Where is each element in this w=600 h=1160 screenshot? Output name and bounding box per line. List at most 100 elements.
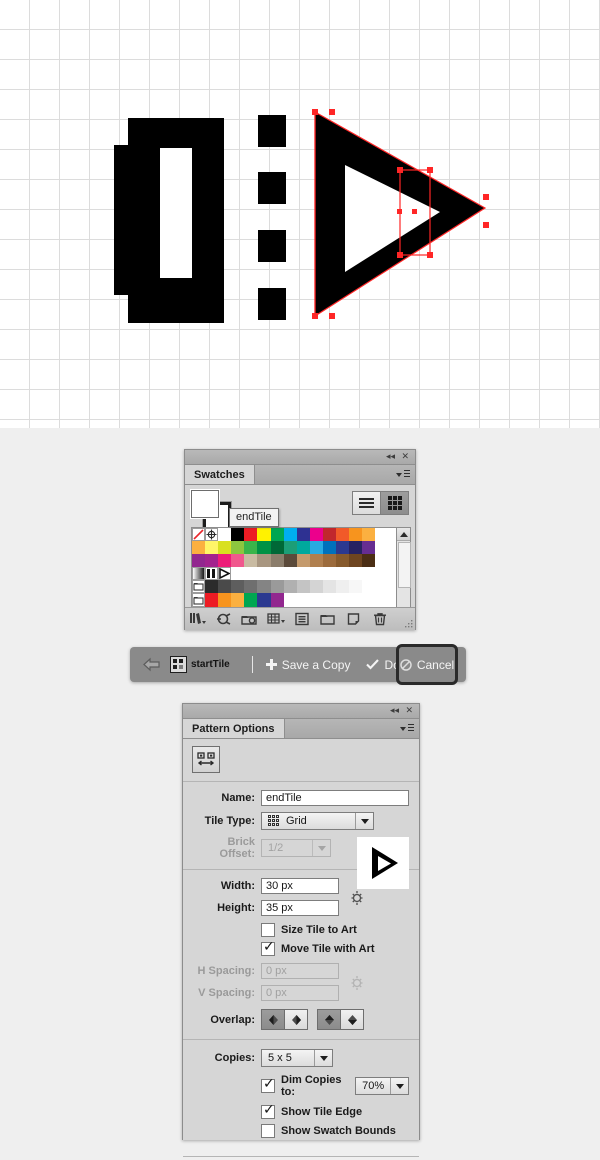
swatch-color[interactable] [257, 593, 271, 607]
show-tile-edge-checkbox[interactable]: ✓ [261, 1103, 275, 1119]
swatch-color[interactable] [231, 554, 245, 568]
move-tile-with-art-row[interactable]: ✓ Move Tile with Art [193, 940, 409, 956]
swatch-color[interactable] [362, 541, 376, 555]
swatch-color[interactable] [322, 554, 337, 568]
swatch-pattern-end-tile[interactable] [218, 567, 232, 581]
swatch-color[interactable] [257, 554, 271, 568]
swatch-color[interactable] [322, 528, 337, 542]
swatch-color[interactable] [231, 541, 245, 555]
move-tile-with-art-checkbox[interactable]: ✓ [261, 940, 275, 956]
tab-pattern-options[interactable]: Pattern Options [183, 719, 285, 738]
unlinked-proportions-icon[interactable] [347, 888, 367, 911]
swatch-color[interactable] [362, 580, 376, 594]
swatch-color[interactable] [257, 528, 271, 542]
swatch-color[interactable] [218, 580, 232, 594]
overlap-left-in-front-button[interactable] [261, 1009, 285, 1030]
swatch-color[interactable] [231, 580, 245, 594]
tile-type-select[interactable]: Grid [261, 812, 374, 830]
width-input[interactable]: 30 px [261, 878, 339, 894]
swatch-color[interactable] [349, 541, 363, 555]
swatches-tabstrip[interactable]: Swatches [185, 465, 415, 485]
swatch-color[interactable] [309, 541, 323, 555]
swatch-color[interactable] [244, 541, 258, 555]
swatch-color-group-folder[interactable] [192, 580, 206, 594]
swatch-pattern-start-tile[interactable] [205, 567, 219, 581]
show-swatch-kinds-icon[interactable] [211, 609, 237, 629]
panel-menu-icon[interactable] [400, 723, 414, 734]
pattern-options-tabstrip[interactable]: Pattern Options [183, 719, 419, 739]
save-a-copy-button[interactable]: Save a Copy [265, 658, 350, 672]
swatch-color[interactable] [205, 554, 219, 568]
swatch-view-toggle[interactable] [352, 491, 409, 515]
height-input[interactable]: 35 px [261, 900, 339, 916]
swatches-panel[interactable]: ◂◂ ✕ Swatches endTile [184, 449, 416, 630]
color-group-options-icon[interactable] [237, 609, 263, 629]
swatch-color[interactable] [309, 528, 323, 542]
swatch-color[interactable] [362, 554, 376, 568]
show-tile-edge-row[interactable]: ✓ Show Tile Edge [193, 1103, 409, 1119]
pattern-tile-tool-icon[interactable] [192, 746, 220, 773]
panel-menu-icon[interactable] [396, 469, 410, 480]
swatch-color[interactable] [309, 580, 323, 594]
swatch-color[interactable] [283, 580, 297, 594]
swatch-color[interactable] [257, 541, 271, 555]
swatch-color[interactable] [244, 528, 258, 542]
chevron-down-icon[interactable] [355, 813, 373, 829]
fill-swatch[interactable] [191, 490, 219, 518]
swatch-color[interactable] [283, 528, 297, 542]
swatch-color-group-folder[interactable] [192, 593, 206, 607]
pattern-edit-toolbar[interactable]: startTile Save a Copy Done Cancel [130, 644, 466, 685]
close-icon[interactable]: ✕ [405, 705, 413, 717]
swatch-color[interactable] [349, 554, 363, 568]
swatch-none[interactable] [192, 528, 206, 542]
swatches-panel-titlebar[interactable]: ◂◂ ✕ [185, 450, 415, 465]
swatch-color[interactable] [322, 541, 337, 555]
pattern-artwork[interactable] [0, 0, 600, 428]
show-swatch-bounds-row[interactable]: Show Swatch Bounds [193, 1124, 409, 1138]
swatch-registration[interactable] [205, 528, 219, 542]
show-swatch-bounds-checkbox[interactable] [261, 1124, 275, 1138]
swatch-color[interactable] [205, 541, 219, 555]
overlap-vertical-group[interactable] [317, 1009, 364, 1030]
close-icon[interactable]: ✕ [401, 451, 409, 463]
swatch-color[interactable] [283, 541, 297, 555]
swatch-color[interactable] [283, 554, 297, 568]
name-input[interactable]: endTile [261, 790, 409, 806]
overlap-bottom-in-front-button[interactable] [341, 1009, 364, 1030]
pattern-tile-icon[interactable] [170, 656, 187, 673]
swatch-color[interactable] [336, 554, 350, 568]
swatch-libraries-icon[interactable] [185, 609, 211, 629]
swatch-color[interactable] [218, 593, 232, 607]
swatch-color[interactable] [296, 580, 310, 594]
panel-resize-grip[interactable] [405, 620, 413, 628]
tab-swatches[interactable]: Swatches [185, 465, 255, 484]
new-color-group-icon[interactable] [263, 609, 289, 629]
swatch-color[interactable] [218, 541, 232, 555]
swatch-options-icon[interactable] [289, 609, 315, 629]
overlap-right-in-front-button[interactable] [285, 1009, 308, 1030]
swatch-color[interactable] [231, 593, 245, 607]
overlap-top-in-front-button[interactable] [317, 1009, 341, 1030]
overlap-horizontal-group[interactable] [261, 1009, 308, 1030]
swatch-color[interactable] [270, 580, 284, 594]
swatch-gradient[interactable] [192, 567, 206, 581]
swatch-color[interactable] [218, 528, 232, 542]
swatch-color[interactable] [336, 580, 350, 594]
artboard-canvas[interactable] [0, 0, 600, 428]
size-tile-to-art-row[interactable]: Size Tile to Art [193, 923, 409, 937]
collapse-icon[interactable]: ◂◂ [390, 705, 399, 717]
swatch-color[interactable] [296, 541, 310, 555]
swatch-color[interactable] [192, 554, 206, 568]
pattern-options-panel[interactable]: ◂◂ ✕ Pattern Options Name: endTile Tile … [182, 703, 420, 1157]
new-folder-icon[interactable] [315, 609, 341, 629]
scrollbar-thumb[interactable] [398, 542, 411, 588]
swatch-color[interactable] [349, 580, 363, 594]
swatch-color[interactable] [336, 541, 350, 555]
scroll-up-icon[interactable] [397, 528, 410, 541]
swatch-color[interactable] [205, 580, 219, 594]
swatch-color[interactable] [218, 554, 232, 568]
dim-copies-select[interactable]: 70% [355, 1077, 409, 1095]
fill-stroke-proxy[interactable] [191, 490, 232, 531]
swatch-color[interactable] [349, 528, 363, 542]
swatch-color[interactable] [296, 528, 310, 542]
